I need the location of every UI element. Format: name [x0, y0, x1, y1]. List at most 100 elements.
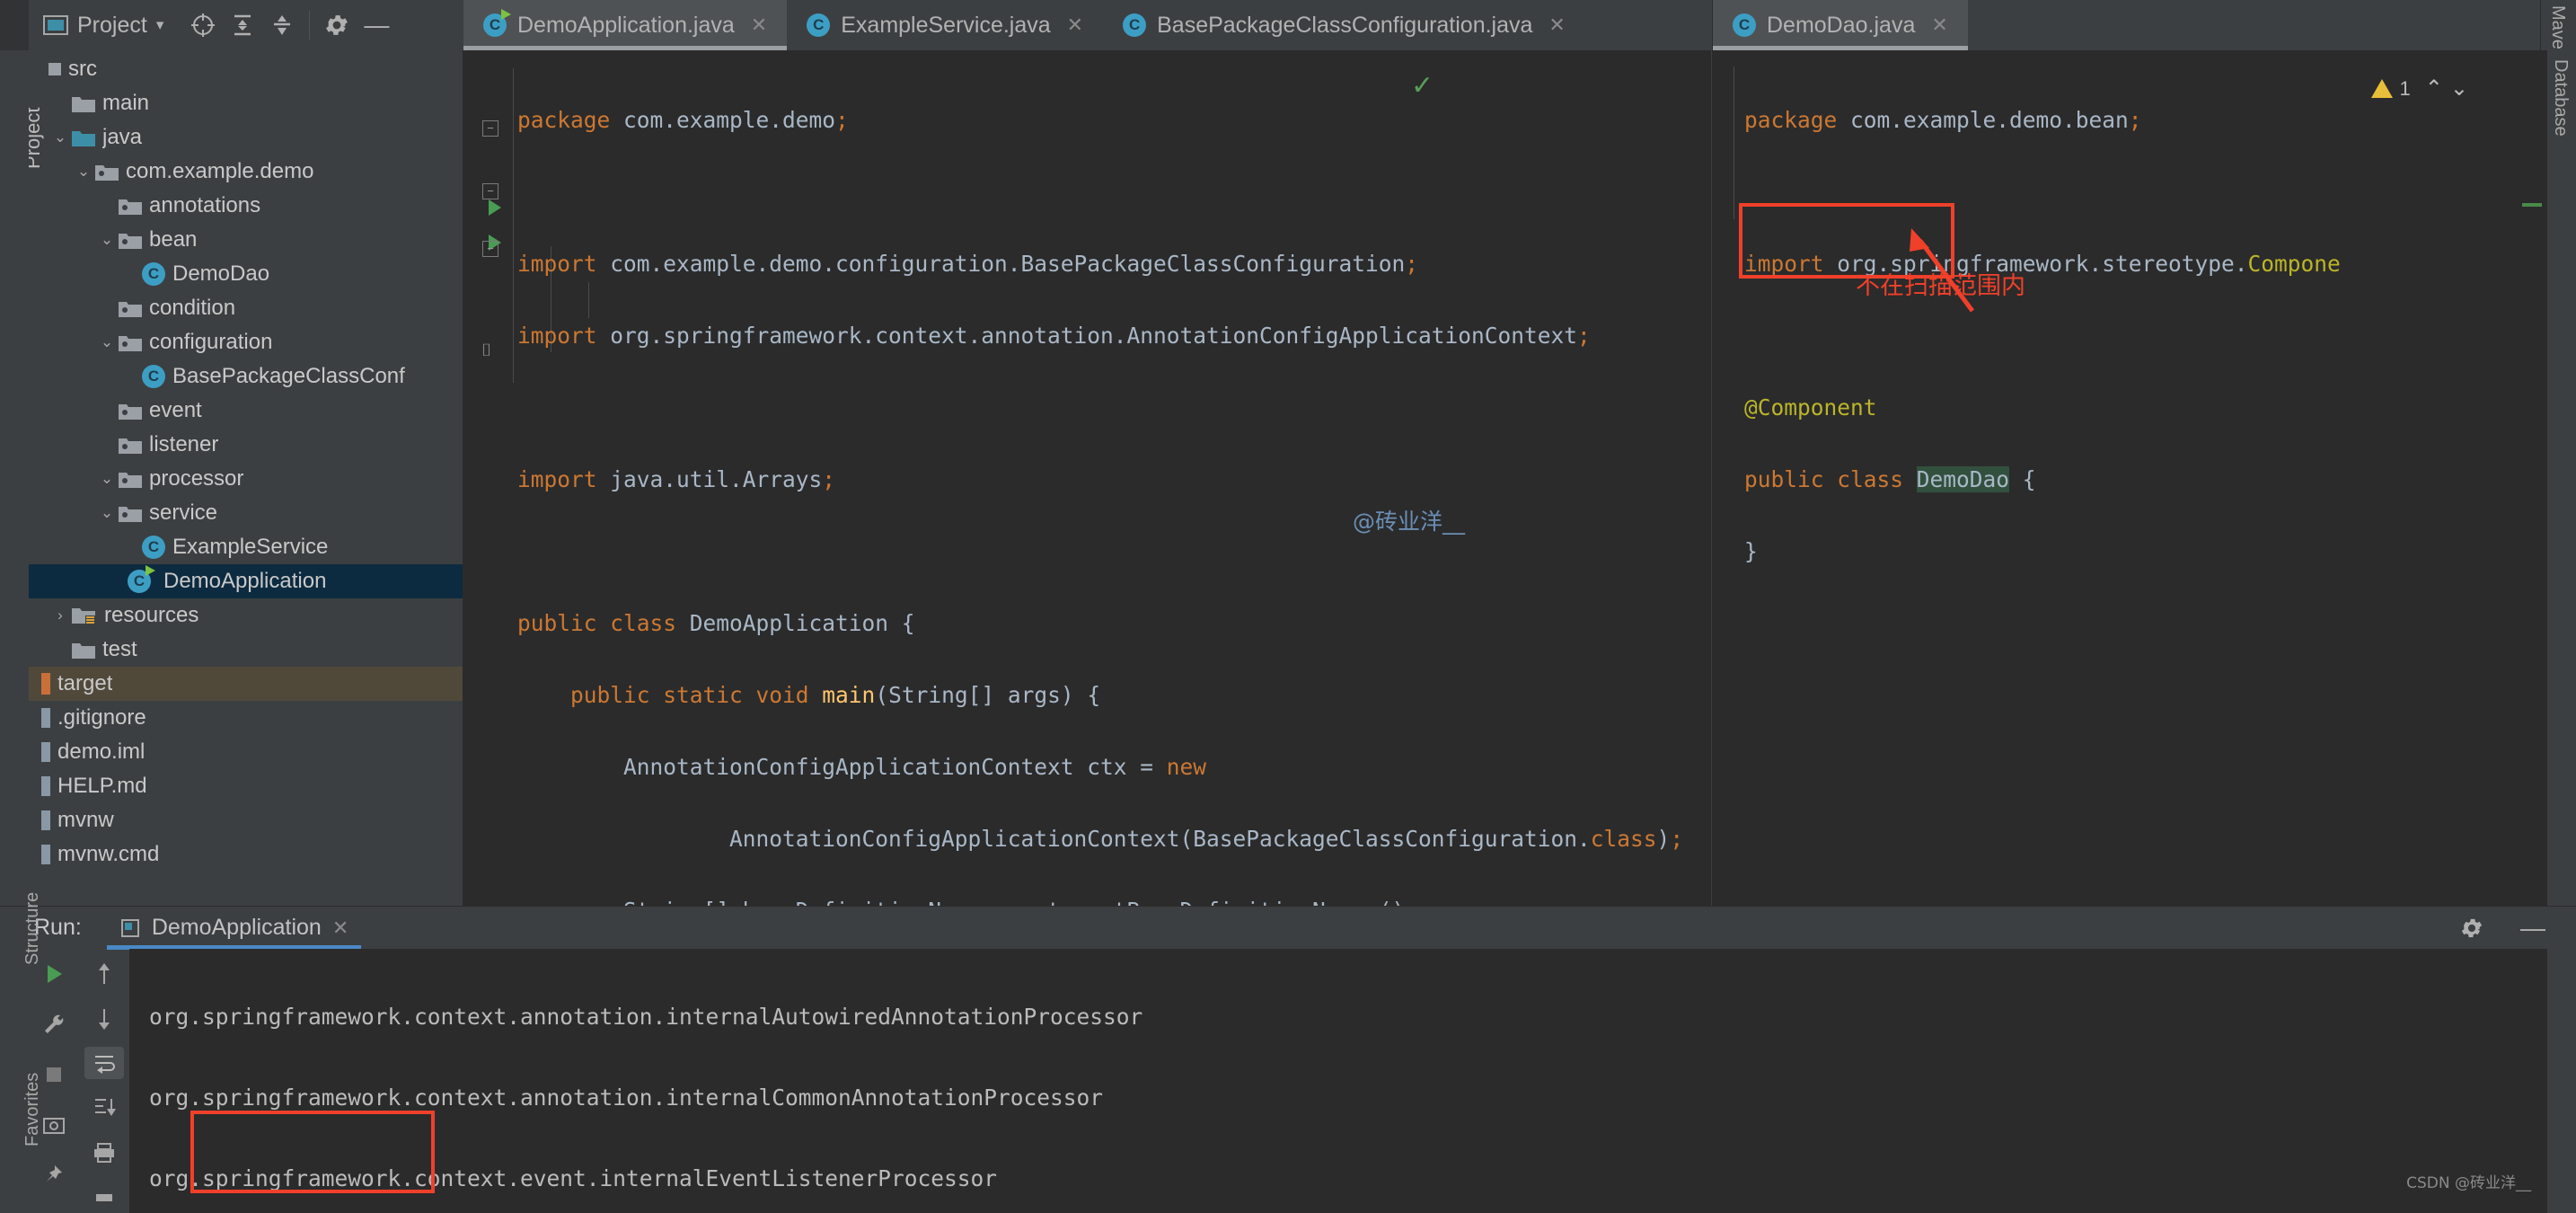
- collapse-all-button[interactable]: [262, 5, 302, 45]
- left-tool-rail: [0, 50, 29, 906]
- chevron-down-icon[interactable]: ⌄: [72, 163, 95, 181]
- tree-item-demodao[interactable]: C DemoDao: [29, 257, 463, 291]
- chevron-down-icon[interactable]: ⌄: [95, 333, 119, 351]
- tree-item-label: DemoApplication: [163, 569, 326, 594]
- minimize-icon: —: [2520, 924, 2545, 933]
- tree-item-com-example-demo[interactable]: ⌄ com.example.demo: [29, 155, 463, 189]
- warning-triangle-icon: [2371, 79, 2393, 98]
- file-plain-icon: [41, 810, 50, 830]
- tree-item-listener[interactable]: listener: [29, 428, 463, 462]
- rail-label-favorites[interactable]: Favorites: [22, 1073, 43, 1147]
- scroll-down-button[interactable]: [84, 1003, 124, 1035]
- project-toolbar: Project ▾: [29, 0, 463, 50]
- run-body: Structure Favorites: [0, 949, 2576, 1213]
- package-icon: [119, 470, 142, 488]
- soft-wrap-button[interactable]: [84, 1047, 124, 1079]
- tree-item-src[interactable]: src: [29, 52, 463, 86]
- edit-configuration-button[interactable]: [34, 1006, 74, 1042]
- java-class-icon: C: [142, 262, 165, 286]
- tree-item-main[interactable]: main: [29, 86, 463, 120]
- tree-item-test[interactable]: test: [29, 633, 463, 667]
- console-output[interactable]: org.springframework.context.annotation.i…: [129, 949, 2547, 1213]
- run-hide-button[interactable]: —: [2513, 908, 2553, 948]
- close-icon[interactable]: ✕: [332, 916, 348, 940]
- close-icon[interactable]: ✕: [751, 13, 767, 37]
- chevron-down-icon[interactable]: ⌄: [95, 231, 119, 249]
- tab-exampleservice-java[interactable]: C ExampleService.java ✕: [787, 0, 1103, 50]
- editor-demoapplication[interactable]: − − − ⌷ ✓ package com.example.demo; impo…: [463, 50, 1712, 906]
- close-icon[interactable]: ✕: [1931, 13, 1947, 37]
- pin-icon: [42, 1164, 66, 1187]
- resources-folder-icon: [72, 606, 97, 625]
- tree-item-gitignore[interactable]: .gitignore: [29, 701, 463, 735]
- source-folder-icon: [72, 128, 95, 146]
- close-icon[interactable]: ✕: [1067, 13, 1083, 37]
- tree-item-java[interactable]: ⌄ java: [29, 120, 463, 155]
- code-content-left[interactable]: package com.example.demo; import com.exa…: [463, 50, 1711, 906]
- tree-item-mvnw[interactable]: mvnw: [29, 803, 463, 837]
- chevron-right-icon[interactable]: ›: [49, 606, 72, 624]
- chevron-down-icon[interactable]: ⌄: [2450, 75, 2468, 102]
- clear-all-button[interactable]: [84, 1181, 124, 1213]
- folder-icon: [72, 94, 95, 112]
- editor-tabstrip-right: C DemoDao.java ✕: [1713, 0, 2540, 50]
- tree-item-label: resources: [104, 603, 198, 628]
- tree-item-condition[interactable]: condition: [29, 291, 463, 325]
- tree-item-processor[interactable]: ⌄ processor: [29, 462, 463, 496]
- csdn-credit: CSDN @砖业洋__: [2406, 1164, 2531, 1204]
- project-tree[interactable]: src main ⌄ java ⌄ com.example.demo: [29, 50, 463, 906]
- project-view-selector[interactable]: Project ▾: [43, 13, 163, 39]
- tree-item-service[interactable]: ⌄ service: [29, 496, 463, 530]
- tree-item-label: target: [57, 671, 112, 696]
- tree-item-target[interactable]: target: [29, 667, 463, 701]
- file-md-icon: [41, 776, 50, 796]
- tree-item-exampleservice[interactable]: C ExampleService: [29, 530, 463, 564]
- tree-item-demo-iml[interactable]: demo.iml: [29, 735, 463, 769]
- locate-file-button[interactable]: [183, 5, 223, 45]
- tree-item-configuration[interactable]: ⌄ configuration: [29, 325, 463, 359]
- close-icon[interactable]: ✕: [1548, 13, 1565, 37]
- tab-demoapplication-java[interactable]: C DemoApplication.java ✕: [463, 0, 787, 50]
- tree-item-event[interactable]: event: [29, 394, 463, 428]
- inspection-widget[interactable]: 1 ⌃ ⌄: [2371, 75, 2468, 102]
- run-settings-button[interactable]: [2452, 908, 2492, 948]
- print-icon: [93, 1142, 116, 1164]
- ide-window: Project Project ▾: [0, 0, 2576, 1213]
- rail-label-structure[interactable]: Structure: [22, 892, 43, 965]
- editor-demodao[interactable]: package com.example.demo.bean; import or…: [1712, 50, 2547, 906]
- run-tab-demoapplication[interactable]: DemoApplication ✕: [107, 907, 361, 950]
- tree-item-label: src: [68, 57, 97, 82]
- tab-label: DemoApplication.java: [517, 13, 735, 39]
- expand-all-button[interactable]: [223, 5, 262, 45]
- settings-button[interactable]: [317, 5, 357, 45]
- watermark-text: @砖业洋__: [1353, 504, 1465, 536]
- left-tool-rail-top: Project: [0, 0, 29, 50]
- print-button[interactable]: [84, 1137, 124, 1169]
- console-actions-column: [79, 949, 129, 1213]
- file-plain-icon: [41, 845, 50, 864]
- scroll-to-end-button[interactable]: [84, 1092, 124, 1124]
- tree-item-label: main: [102, 91, 149, 116]
- tree-item-basepackageclassconfiguration[interactable]: C BasePackageClassConf: [29, 359, 463, 394]
- tree-item-bean[interactable]: ⌄ bean: [29, 223, 463, 257]
- chevron-down-icon[interactable]: ⌄: [95, 470, 119, 488]
- tab-basepackageclassconfiguration-java[interactable]: C BasePackageClassConfiguration.java ✕: [1103, 0, 1585, 50]
- tab-demodao-java[interactable]: C DemoDao.java ✕: [1713, 0, 1968, 50]
- chevron-down-icon[interactable]: ⌄: [95, 504, 119, 522]
- chevron-up-icon[interactable]: ⌃: [2425, 75, 2443, 102]
- tree-item-resources[interactable]: › resources: [29, 598, 463, 633]
- tree-item-label: test: [102, 637, 137, 662]
- code-content-right[interactable]: package com.example.demo.bean; import or…: [1712, 50, 2547, 906]
- pin-button[interactable]: [34, 1157, 74, 1193]
- rail-label-database[interactable]: Database: [2550, 59, 2571, 137]
- scroll-up-button[interactable]: [84, 958, 124, 990]
- tree-item-demoapplication[interactable]: C DemoApplication: [29, 564, 463, 598]
- tree-item-label: mvnw: [57, 808, 114, 833]
- tree-item-mvnw-cmd[interactable]: mvnw.cmd: [29, 837, 463, 872]
- chevron-down-icon[interactable]: ⌄: [49, 128, 72, 146]
- tree-item-label: annotations: [149, 193, 260, 218]
- tree-item-help-md[interactable]: HELP.md: [29, 769, 463, 803]
- hide-tool-window-button[interactable]: —: [357, 5, 396, 45]
- tree-item-label: bean: [149, 227, 197, 252]
- tree-item-annotations[interactable]: annotations: [29, 189, 463, 223]
